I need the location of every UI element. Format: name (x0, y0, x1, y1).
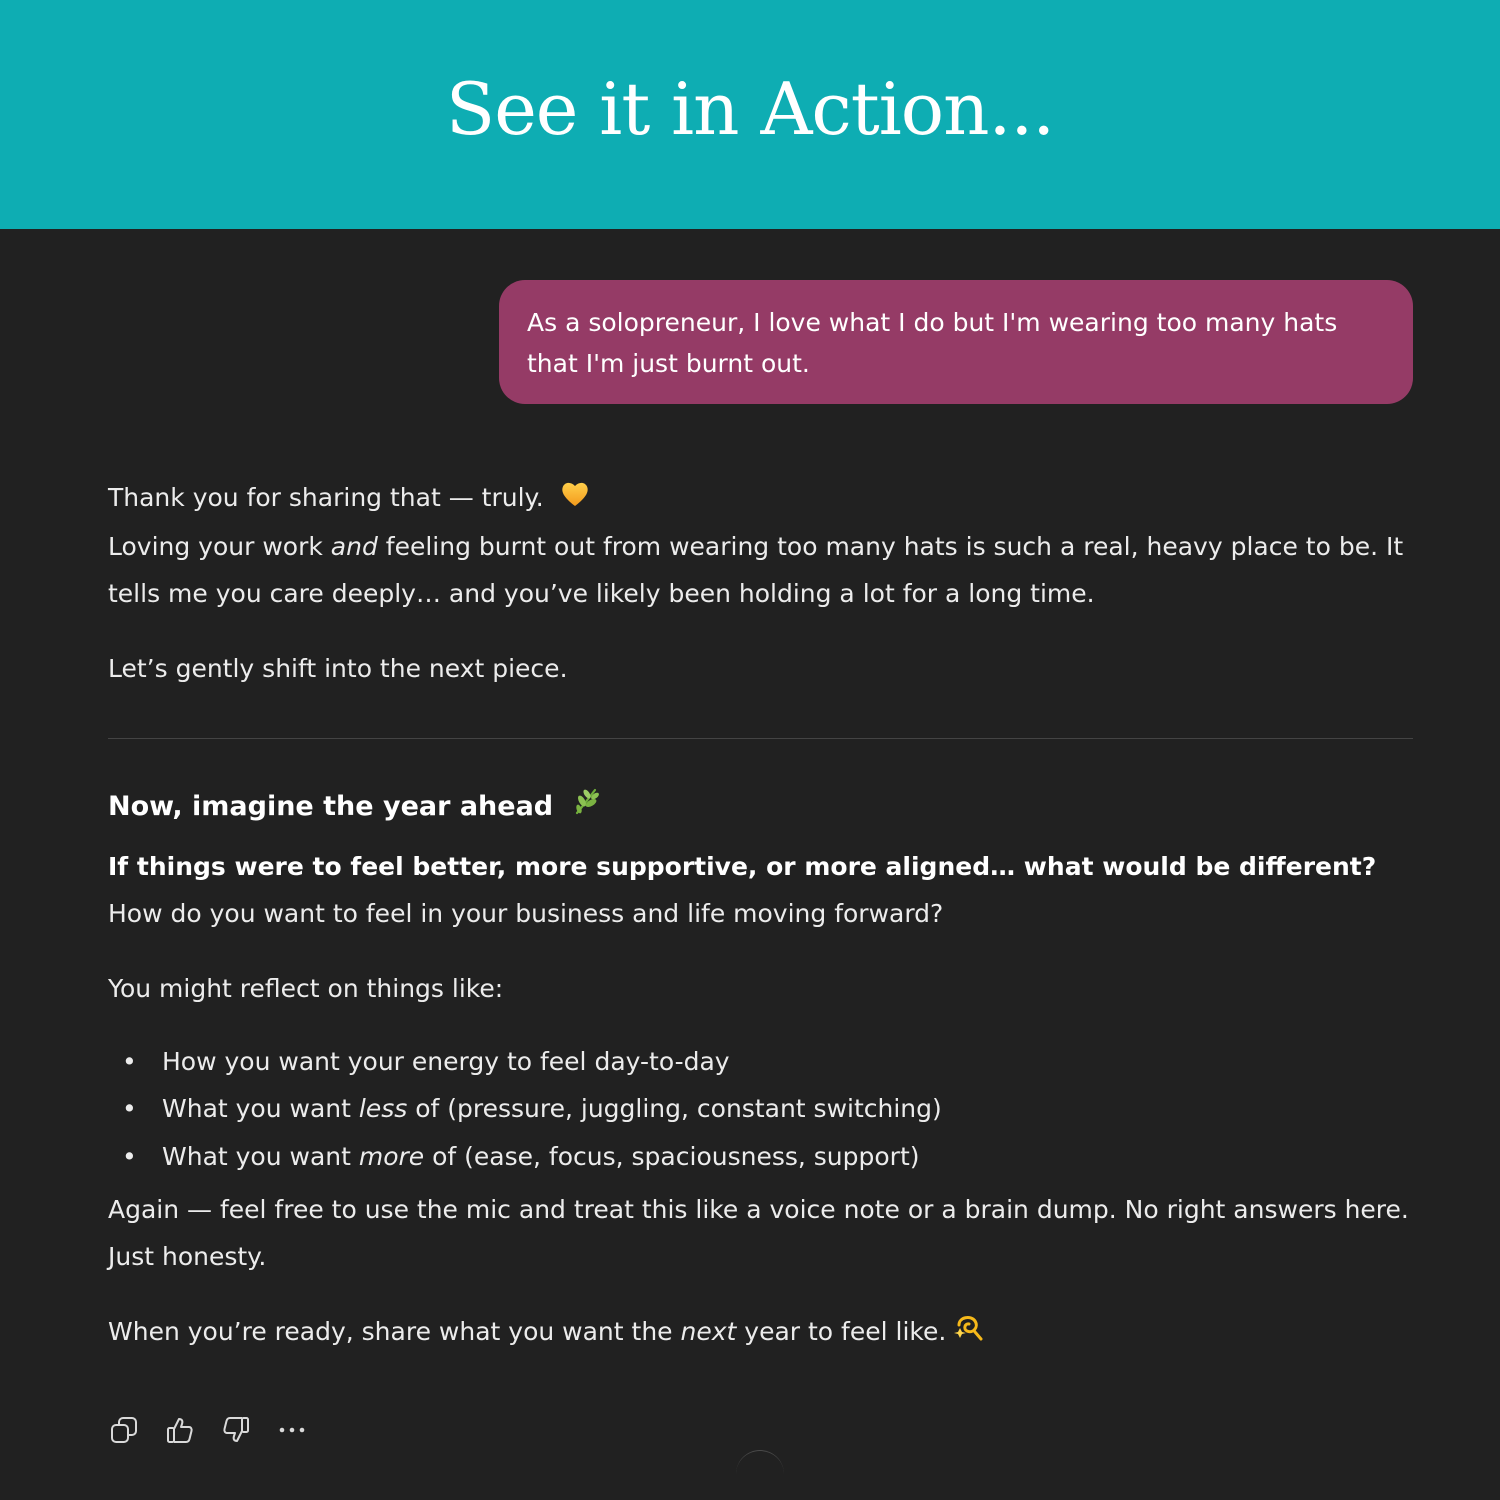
banner-title: See it in Action... (445, 66, 1055, 151)
bold-question: If things were to feel better, more supp… (108, 851, 1377, 881)
reflect-intro: You might reflect on things like: (108, 973, 504, 1003)
closing-line: When you’re ready, share what you want t… (108, 1308, 1413, 1357)
thumbs-down-button[interactable] (220, 1416, 252, 1448)
header-banner: See it in Action... (0, 0, 1500, 229)
herb-icon (571, 784, 601, 831)
paragraph-1: Loving your work and feeling burnt out f… (108, 523, 1413, 617)
copy-icon (109, 1415, 139, 1449)
list-item-text-b: of (ease, focus, spaciousness, support) (424, 1141, 920, 1171)
user-message-bubble: As a solopreneur, I love what I do but I… (499, 280, 1413, 404)
list-item-text-a: What you want (162, 1094, 359, 1123)
list-item: How you want your energy to feel day-to-… (108, 1038, 1413, 1086)
list-item-emphasis: more (358, 1141, 425, 1171)
thumbs-up-button[interactable] (164, 1416, 196, 1448)
list-item: What you want less of (pressure, jugglin… (108, 1085, 1413, 1133)
closing-text-b: year to feel like. (736, 1317, 947, 1346)
list-item-emphasis: less (358, 1094, 408, 1123)
message-actions (108, 1416, 308, 1448)
copy-button[interactable] (108, 1416, 140, 1448)
more-icon (277, 1415, 307, 1449)
closing-emphasis: next (680, 1317, 737, 1346)
thumbs-down-icon (221, 1415, 251, 1449)
intro-text: Thank you for sharing that — truly. (108, 483, 544, 512)
p1-emphasis: and (330, 531, 378, 561)
reflect-list: How you want your energy to feel day-to-… (108, 1038, 1413, 1181)
user-message-text: As a solopreneur, I love what I do but I… (527, 308, 1338, 378)
thumbs-up-icon (165, 1415, 195, 1449)
question: How do you want to feel in your business… (108, 898, 944, 928)
section-heading: Now, imagine the year ahead (108, 783, 1413, 831)
scroll-down-button[interactable] (736, 1450, 784, 1475)
again-paragraph: Again — feel free to use the mic and tre… (108, 1195, 1409, 1271)
list-item-text: How you want your energy to feel day-to-… (162, 1046, 730, 1076)
intro-line: Thank you for sharing that — truly. (108, 474, 1413, 523)
paragraph-2: Let’s gently shift into the next piece. (108, 653, 568, 683)
more-options-button[interactable] (276, 1416, 308, 1448)
p1-text-a: Loving your work (108, 531, 331, 561)
list-item: What you want more of (ease, focus, spac… (108, 1133, 1413, 1181)
dizzy-icon (954, 1310, 984, 1357)
closing-text-a: When you’re ready, share what you want t… (108, 1317, 681, 1346)
list-item-text-b: of (pressure, juggling, constant switchi… (407, 1094, 942, 1123)
orange-heart-icon (560, 476, 590, 523)
assistant-message: Thank you for sharing that — truly. Lovi… (108, 474, 1413, 1357)
list-item-text-a: What you want (162, 1141, 359, 1171)
heading-text: Now, imagine the year ahead (108, 790, 554, 822)
divider (108, 737, 1413, 739)
